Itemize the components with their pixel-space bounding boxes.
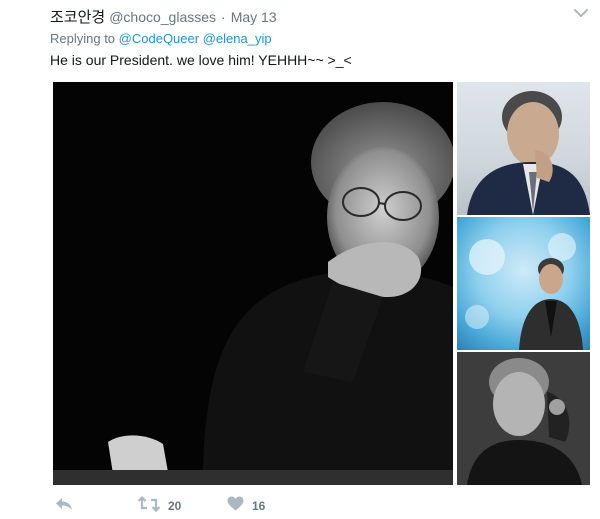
replying-to-label: Replying to: [50, 31, 116, 46]
media-grid: [53, 82, 590, 485]
heart-icon: [227, 496, 244, 516]
photo-thumbnail[interactable]: [457, 352, 590, 485]
photo-thumbnail[interactable]: [457, 217, 590, 350]
tweet-header: 조코안경 @choco_glasses · May 13: [50, 6, 277, 26]
like-button[interactable]: 16: [227, 496, 265, 516]
tweet-date[interactable]: May 13: [231, 9, 277, 25]
chevron-down-icon[interactable]: [570, 4, 592, 22]
photo-thumbnail[interactable]: [457, 82, 590, 215]
photo-main[interactable]: [53, 82, 453, 485]
replying-to: Replying to @CodeQueer @elena_yip: [50, 31, 272, 46]
reply-button[interactable]: [55, 496, 73, 516]
separator: ·: [221, 9, 226, 25]
user-handle[interactable]: @choco_glasses: [109, 9, 216, 25]
mention-link[interactable]: @CodeQueer: [119, 31, 199, 46]
tweet-actions: 20 16: [50, 495, 350, 517]
tweet[interactable]: 조코안경 @choco_glasses · May 13 Replying to…: [0, 0, 600, 519]
reply-icon: [55, 496, 73, 517]
like-count: 16: [252, 499, 266, 513]
retweet-button[interactable]: 20: [137, 495, 182, 517]
retweet-icon: [137, 495, 161, 517]
mention-link[interactable]: @elena_yip: [203, 31, 272, 46]
retweet-count: 20: [168, 499, 182, 513]
display-name[interactable]: 조코안경: [50, 6, 105, 27]
tweet-text: He is our President. we love him! YEHHH~…: [50, 52, 352, 68]
